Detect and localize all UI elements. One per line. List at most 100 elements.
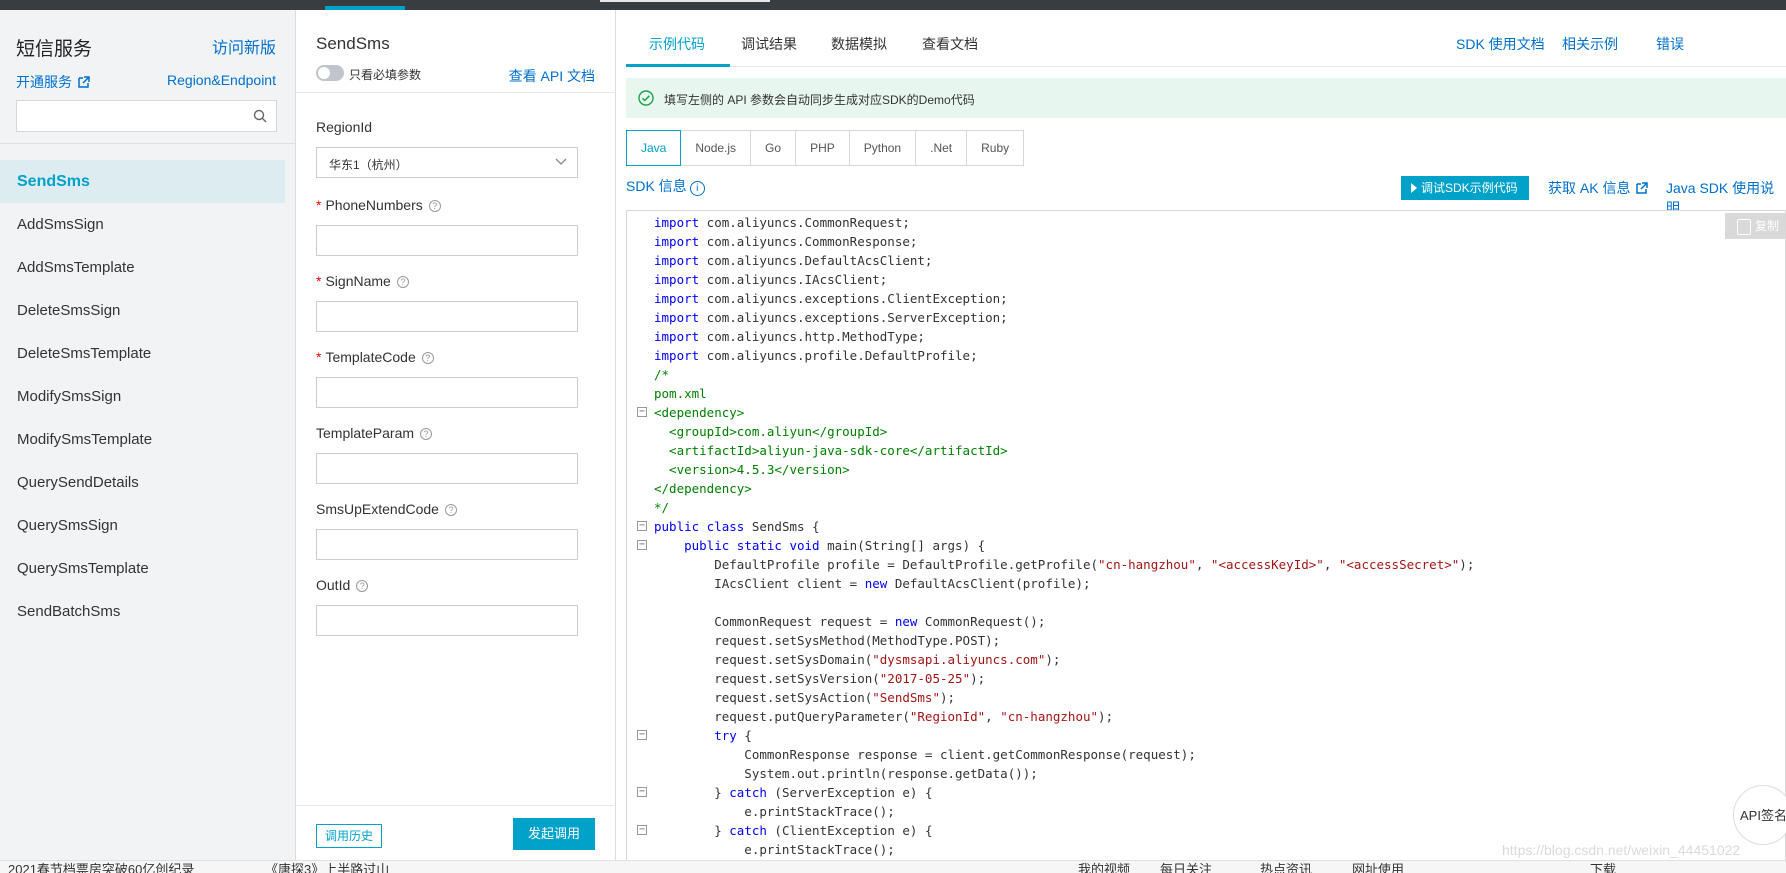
active-tab-indicator bbox=[626, 64, 730, 67]
template-code-label: TemplateCode bbox=[325, 349, 416, 365]
sync-notice-text: 填写左侧的 API 参数会自动同步生成对应SDK的Demo代码 bbox=[664, 93, 975, 107]
sms-up-extend-code-input[interactable] bbox=[317, 530, 577, 559]
status-download[interactable]: 下载 bbox=[1590, 861, 1616, 873]
tab-sample-code[interactable]: 示例代码 bbox=[649, 34, 705, 54]
api-item-deletesmssign[interactable]: DeleteSmsSign bbox=[0, 289, 285, 332]
help-icon[interactable]: ? bbox=[420, 428, 433, 441]
out-id-input[interactable] bbox=[317, 606, 577, 635]
phone-numbers-field: * PhoneNumbers? bbox=[316, 194, 578, 256]
help-icon[interactable]: ? bbox=[444, 504, 457, 517]
sign-name-field: * SignName? bbox=[316, 270, 578, 332]
status-my-videos[interactable]: 我的视频 bbox=[1078, 861, 1130, 873]
api-list: SendSms AddSmsSign AddSmsTemplate Delete… bbox=[0, 160, 285, 633]
sms-up-extend-code-label: SmsUpExtendCode bbox=[316, 501, 439, 517]
api-search-input[interactable] bbox=[17, 101, 242, 131]
help-icon[interactable]: ? bbox=[356, 580, 369, 593]
result-tabs: 示例代码 调试结果 数据模拟 查看文档 SDK 使用文档 相关示例 错误 bbox=[626, 10, 1786, 67]
template-code-label-row: * TemplateCode? bbox=[316, 346, 578, 368]
copy-code-button[interactable]: 复制 bbox=[1725, 213, 1785, 239]
template-code-input[interactable] bbox=[317, 378, 577, 407]
chevron-down-icon bbox=[555, 158, 567, 165]
invoke-button[interactable]: 发起调用 bbox=[513, 818, 595, 850]
params-footer-divider bbox=[296, 805, 616, 806]
tab-data-mock[interactable]: 数据模拟 bbox=[831, 34, 887, 54]
api-item-addsmssign[interactable]: AddSmsSign bbox=[0, 203, 285, 246]
template-param-label-row: TemplateParam? bbox=[316, 422, 578, 444]
view-api-doc-link[interactable]: 查看 API 文档 bbox=[509, 66, 595, 86]
api-search-box bbox=[16, 100, 277, 132]
sdk-info-label: SDK 信息 bbox=[626, 178, 687, 194]
sidebar-title: 短信服务 bbox=[16, 39, 93, 60]
error-link[interactable]: 错误 bbox=[1656, 34, 1684, 54]
api-item-querysmstemplate[interactable]: QuerySmsTemplate bbox=[0, 547, 285, 590]
sign-name-input-box bbox=[316, 301, 578, 332]
api-item-addsmstemplate[interactable]: AddSmsTemplate bbox=[0, 246, 285, 289]
visit-new-version-link[interactable]: 访问新版 bbox=[212, 34, 276, 58]
sdk-info-link[interactable]: SDK 信息 i bbox=[626, 176, 705, 196]
help-icon[interactable]: ? bbox=[396, 276, 409, 289]
api-item-querysenddetails[interactable]: QuerySendDetails bbox=[0, 461, 285, 504]
debug-sdk-button[interactable]: 调试SDK示例代码 bbox=[1401, 176, 1529, 200]
template-param-field: TemplateParam? bbox=[316, 422, 578, 484]
news-headline[interactable]: 2021春节档票房突破60亿创纪录 bbox=[8, 861, 194, 873]
sign-name-label-row: * SignName? bbox=[316, 270, 578, 292]
code-editor[interactable]: import com.aliyuncs.CommonRequest; import… bbox=[626, 210, 1786, 870]
api-title: SendSms bbox=[316, 34, 390, 53]
api-item-sendbatchsms[interactable]: SendBatchSms bbox=[0, 590, 285, 633]
phone-numbers-input-box bbox=[316, 225, 578, 256]
tab-debug-result[interactable]: 调试结果 bbox=[741, 34, 797, 54]
status-daily-focus[interactable]: 每日关注 bbox=[1160, 861, 1212, 873]
sync-notice: 填写左侧的 API 参数会自动同步生成对应SDK的Demo代码 bbox=[626, 78, 1786, 118]
open-service-link[interactable]: 开通服务 bbox=[16, 72, 90, 92]
sms-up-extend-code-field: SmsUpExtendCode? bbox=[316, 498, 578, 560]
tab-view-docs[interactable]: 查看文档 bbox=[922, 34, 978, 54]
info-icon: i bbox=[689, 181, 705, 196]
region-endpoint-link[interactable]: Region&Endpoint bbox=[167, 72, 276, 88]
api-item-deletesmstemplate[interactable]: DeleteSmsTemplate bbox=[0, 332, 285, 375]
template-param-label: TemplateParam bbox=[316, 425, 415, 441]
external-link-icon bbox=[1636, 182, 1649, 194]
language-tabs: Java Node.js Go PHP Python .Net Ruby bbox=[626, 130, 1025, 166]
region-select-value: 华东1（杭州） bbox=[329, 158, 408, 172]
top-bar-highlight bbox=[600, 0, 770, 2]
api-signature-button[interactable]: API签名 bbox=[1733, 785, 1786, 845]
sign-name-input[interactable] bbox=[317, 302, 577, 331]
lang-nodejs[interactable]: Node.js bbox=[680, 130, 752, 166]
region-select[interactable]: 华东1（杭州） bbox=[316, 147, 578, 178]
api-item-modifysmstemplate[interactable]: ModifySmsTemplate bbox=[0, 418, 285, 461]
required-mark: * bbox=[316, 197, 322, 213]
required-only-toggle[interactable] bbox=[316, 65, 344, 81]
phone-numbers-input[interactable] bbox=[317, 226, 577, 255]
out-id-label-row: OutId? bbox=[316, 574, 578, 596]
api-item-sendsms[interactable]: SendSms bbox=[0, 160, 285, 203]
lang-ruby[interactable]: Ruby bbox=[966, 130, 1025, 166]
call-history-button[interactable]: 调用历史 bbox=[316, 824, 382, 848]
template-param-input-box bbox=[316, 453, 578, 484]
lang-php[interactable]: PHP bbox=[795, 130, 850, 166]
news-headline-2[interactable]: 《唐探3》上半路过山 bbox=[265, 861, 389, 873]
template-param-input[interactable] bbox=[317, 454, 577, 483]
sms-up-extend-code-label-row: SmsUpExtendCode? bbox=[316, 498, 578, 520]
lang-dotnet[interactable]: .Net bbox=[915, 130, 968, 166]
search-icon[interactable] bbox=[252, 108, 268, 124]
help-icon[interactable]: ? bbox=[421, 352, 434, 365]
status-hot-news[interactable]: 热点资讯 bbox=[1260, 861, 1312, 873]
check-circle-icon bbox=[638, 90, 654, 106]
help-icon[interactable]: ? bbox=[428, 200, 441, 213]
lang-python[interactable]: Python bbox=[848, 130, 917, 166]
region-label: RegionId bbox=[316, 119, 373, 135]
api-item-querysmssign[interactable]: QuerySmsSign bbox=[0, 504, 285, 547]
api-item-modifysmssign[interactable]: ModifySmsSign bbox=[0, 375, 285, 418]
out-id-input-box bbox=[316, 605, 578, 636]
phone-numbers-label-row: * PhoneNumbers? bbox=[316, 194, 578, 216]
sdk-doc-link[interactable]: SDK 使用文档 bbox=[1456, 34, 1545, 54]
lang-java[interactable]: Java bbox=[626, 130, 682, 166]
phone-numbers-label: PhoneNumbers bbox=[325, 197, 423, 213]
code-panel: 示例代码 调试结果 数据模拟 查看文档 SDK 使用文档 相关示例 错误 填写左… bbox=[616, 10, 1786, 870]
get-ak-link[interactable]: 获取 AK 信息 bbox=[1548, 178, 1649, 198]
status-site-usage[interactable]: 网址使用 bbox=[1352, 861, 1404, 873]
related-samples-link[interactable]: 相关示例 bbox=[1562, 34, 1618, 54]
lang-go[interactable]: Go bbox=[750, 130, 797, 166]
template-code-input-box bbox=[316, 377, 578, 408]
external-link-icon bbox=[78, 76, 90, 88]
